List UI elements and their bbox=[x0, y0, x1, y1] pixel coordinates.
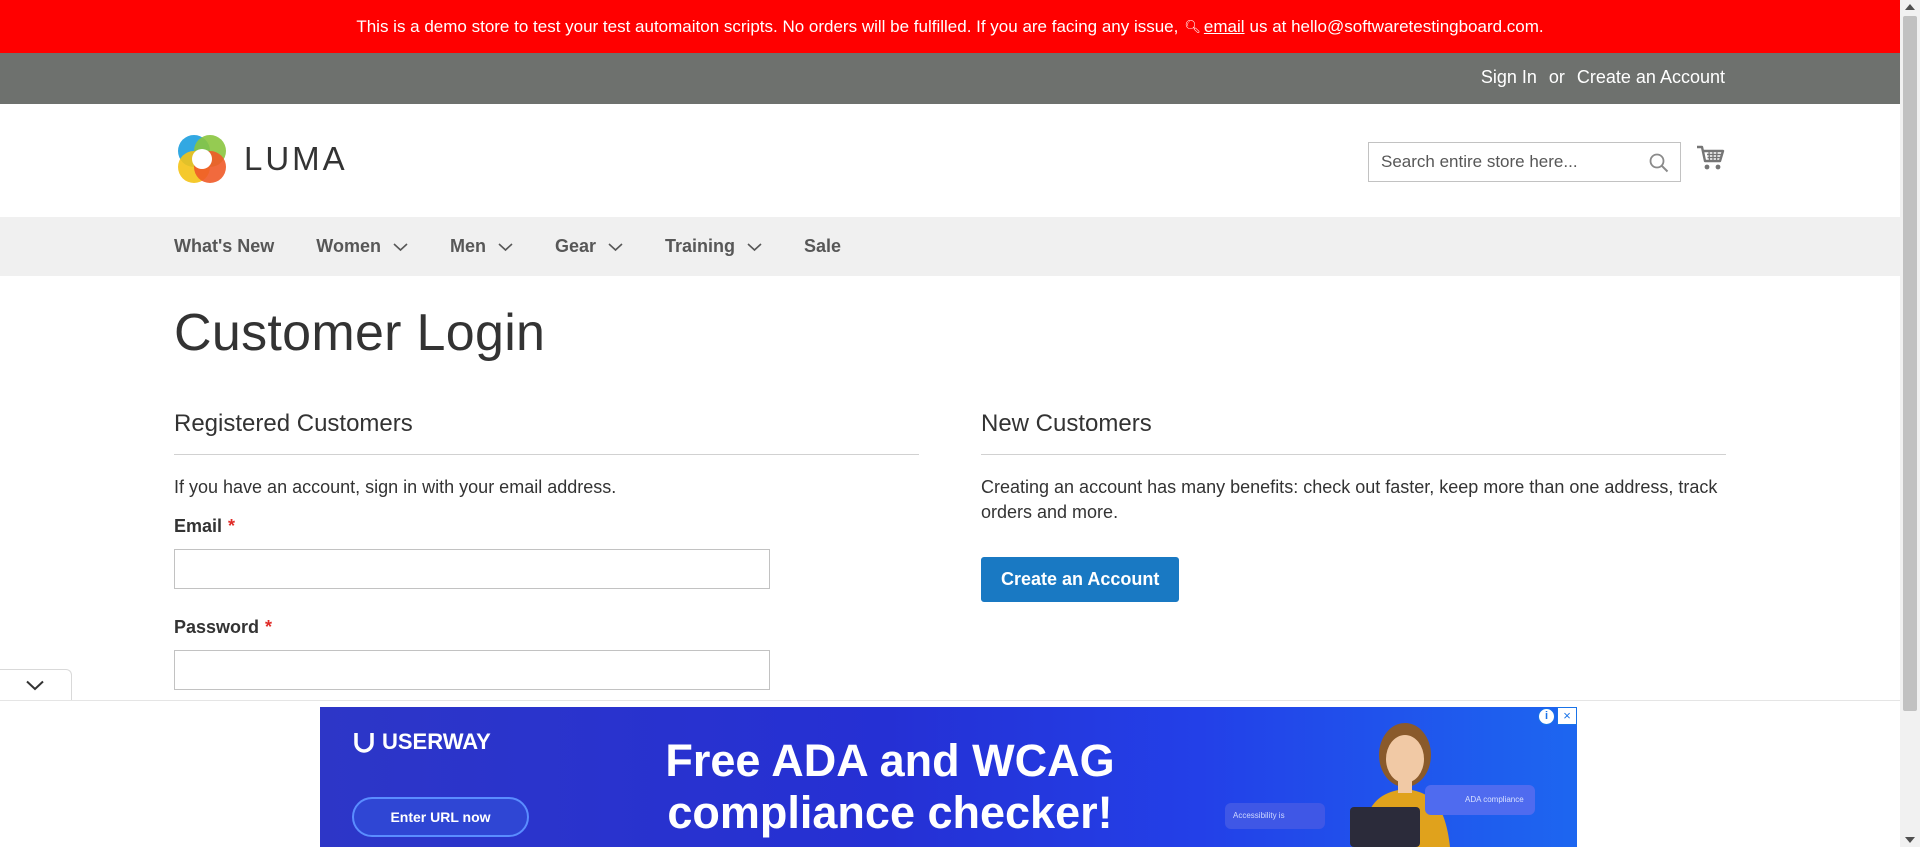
nav-item-training[interactable]: Training bbox=[665, 236, 762, 257]
registered-customers-intro: If you have an account, sign in with you… bbox=[174, 477, 617, 497]
demo-notice-banner: This is a demo store to test your test a… bbox=[0, 0, 1900, 53]
new-customers-title: New Customers bbox=[981, 410, 1726, 455]
chevron-down-icon bbox=[747, 242, 762, 251]
chevron-down-icon bbox=[498, 242, 513, 251]
ad-banner[interactable]: USERWAY Enter URL now Free ADA and WCAG … bbox=[320, 707, 1577, 847]
email-field[interactable] bbox=[174, 549, 770, 589]
required-mark: * bbox=[228, 516, 236, 536]
new-customers-intro: Creating an account has many benefits: c… bbox=[981, 477, 1718, 522]
scroll-up-icon[interactable] bbox=[1905, 4, 1915, 10]
nav-item-sale[interactable]: Sale bbox=[804, 236, 841, 257]
nav-item-gear[interactable]: Gear bbox=[555, 236, 623, 257]
userway-logo: USERWAY bbox=[352, 729, 491, 755]
ad-info-icon[interactable]: i bbox=[1538, 708, 1555, 725]
email-label: Email * bbox=[174, 516, 236, 536]
top-links-separator: or bbox=[1548, 67, 1565, 87]
enter-url-button[interactable]: Enter URL now bbox=[352, 797, 529, 837]
nav-item-women[interactable]: Women bbox=[316, 236, 408, 257]
demo-notice-contact: us at hello@softwaretestingboard.com. bbox=[1249, 16, 1544, 36]
ad-compliance-pill: ADA compliance bbox=[1425, 785, 1535, 815]
required-mark: * bbox=[265, 617, 273, 637]
ad-accessibility-pill: Accessibility is bbox=[1225, 803, 1325, 829]
registered-customers-block: Registered Customers If you have an acco… bbox=[174, 410, 919, 690]
chevron-down-icon bbox=[608, 242, 623, 251]
userway-logo-icon bbox=[354, 733, 374, 753]
email-link[interactable]: email bbox=[1204, 17, 1245, 37]
chevron-down-icon bbox=[393, 242, 408, 251]
registered-customers-title: Registered Customers bbox=[174, 410, 919, 455]
chevron-down-icon bbox=[26, 680, 44, 691]
page-title: Customer Login bbox=[174, 304, 546, 362]
search-input[interactable] bbox=[1369, 143, 1639, 181]
page-scrollbar[interactable] bbox=[1900, 0, 1920, 847]
logo-text: LUMA bbox=[244, 140, 348, 177]
new-customers-block: New Customers Creating an account has ma… bbox=[981, 410, 1726, 602]
ad-collapse-toggle[interactable] bbox=[0, 669, 72, 700]
search-icon[interactable] bbox=[1648, 152, 1670, 174]
ad-headline: Free ADA and WCAG compliance checker! bbox=[665, 735, 1115, 838]
luma-logo[interactable]: LUMA bbox=[174, 131, 348, 187]
password-field[interactable] bbox=[174, 650, 770, 690]
nav-item-whats-new[interactable]: What's New bbox=[174, 236, 274, 257]
person-illustration bbox=[1350, 723, 1450, 847]
scrollbar-thumb[interactable] bbox=[1903, 16, 1917, 711]
main-navigation: What's New Women Men Gear Training Sale bbox=[0, 217, 1900, 276]
luma-logo-icon bbox=[178, 135, 226, 183]
site-header: LUMA bbox=[0, 104, 1900, 217]
search-box bbox=[1368, 142, 1681, 182]
scroll-down-icon[interactable] bbox=[1905, 837, 1915, 843]
top-links-bar: Sign In or Create an Account bbox=[0, 53, 1900, 104]
demo-notice-text: This is a demo store to test your test a… bbox=[356, 16, 1179, 36]
magnifier-icon: 🔍︎ bbox=[1184, 18, 1201, 34]
cart-icon[interactable] bbox=[1696, 144, 1726, 172]
create-account-button[interactable]: Create an Account bbox=[981, 557, 1180, 602]
sign-in-link[interactable]: Sign In bbox=[1481, 67, 1537, 88]
create-account-link[interactable]: Create an Account bbox=[1577, 67, 1725, 88]
close-icon[interactable]: × bbox=[1557, 707, 1577, 725]
password-label: Password * bbox=[174, 617, 273, 637]
nav-item-men[interactable]: Men bbox=[450, 236, 513, 257]
